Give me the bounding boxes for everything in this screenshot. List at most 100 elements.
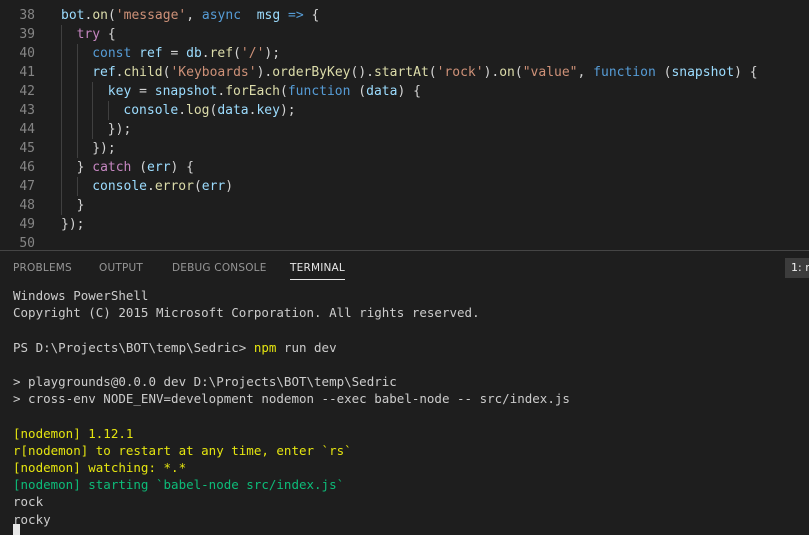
code-token: ref [139,46,163,61]
indent-guide [76,101,78,120]
code-text: const ref = db.ref('/'); [92,44,280,63]
indent-guide [61,25,62,44]
code-token: data [217,103,249,118]
code-token: }); [107,122,132,137]
terminal-text: r[nodemon] to restart at any time, enter… [13,442,352,458]
terminal-text: [nodemon] watching: *.* [13,460,187,475]
code-line[interactable]: 50 [0,234,809,250]
tab-terminal[interactable]: TERMINAL [290,262,345,280]
tab-output[interactable]: OUTPUT [99,262,143,274]
code-token: ); [279,103,296,118]
code-text: console.error(err) [92,177,233,196]
code-line[interactable]: 38 bot.on('message', async msg => { [0,6,809,25]
line-number: 42 [19,84,35,99]
indent-guide [76,139,78,158]
code-token: (). [350,65,374,80]
code-token: 'message' [115,8,187,23]
code-token: { [303,8,320,23]
line-number: 45 [19,141,35,156]
indent-guide [61,120,62,139]
code-token: } [76,160,93,175]
indent-guide [92,101,94,120]
terminal-text: [nodemon] 1.12.1 [13,425,134,441]
terminal-text: > playgrounds@0.0.0 dev D:\Projects\BOT\… [13,374,397,389]
indent-guide [61,196,62,215]
code-text: }); [61,215,84,234]
code-token: on [92,8,108,23]
terminal-output[interactable]: Windows PowerShell Copyright (C) 2015 Mic… [0,284,809,535]
code-token: on [499,65,515,80]
indent-guide [76,120,78,139]
code-line[interactable]: 47 console.error(err) [0,177,809,196]
terminal-text: Copyright (C) 2015 Microsoft Corporation… [13,305,480,321]
terminal-line: PS D:\Projects\BOT\temp\Sedric> npm run … [13,339,337,356]
code-token: ref [92,65,116,80]
line-number: 47 [19,179,35,194]
indent-guide [61,82,62,101]
code-token: ). [483,65,500,80]
line-number: 44 [19,122,35,137]
code-token: catch [92,160,132,175]
code-line[interactable]: 45}); [0,139,809,158]
code-token: snapshot [671,65,735,80]
indent-guide [61,44,62,63]
line-number: 49 [19,217,35,232]
code-line[interactable]: 46} catch (err) { [0,158,809,177]
code-text: key = snapshot.forEach(function (data) { [108,82,421,101]
code-token: ( [233,46,241,61]
tab-problems[interactable]: PROBLEMS [13,262,72,274]
terminal-instance-select[interactable]: 1: r [785,258,809,278]
code-line[interactable]: 40 const ref = db.ref('/'); [0,44,809,63]
terminal-line: [nodemon] starting `babel-node src/index… [13,476,344,493]
code-token: const [92,46,132,61]
line-number: 48 [19,198,35,213]
code-token: ) { [397,84,421,99]
code-token: db [186,46,202,61]
line-number: 41 [19,65,35,80]
tab-debug-console[interactable]: DEBUG CONSOLE [172,262,267,274]
terminal-line: Windows PowerShell [13,287,148,304]
code-token: ). [256,65,273,80]
terminal-line: Copyright (C) 2015 Microsoft Corporation… [13,304,480,321]
code-token: console [123,103,179,118]
code-token: ( [131,160,148,175]
code-token: . [178,103,187,118]
indent-guide [107,101,109,120]
code-token: function [593,65,656,80]
line-number: 46 [19,160,35,175]
indent-guide [92,82,94,101]
code-token: = [162,46,187,61]
code-text: } [77,196,85,215]
line-number: 43 [19,103,35,118]
code-line[interactable]: 42 key = snapshot.forEach(function (data)… [0,82,809,101]
code-text: ref.child('Keyboards').orderByKey().star… [92,63,757,82]
code-token: }); [61,217,85,232]
code-token: } [76,198,85,213]
code-token: "value" [522,65,578,80]
panel-tab-bar: PROBLEMS OUTPUT DEBUG CONSOLE TERMINAL [0,251,809,284]
code-token: ); [264,46,281,61]
terminal-text: npm [253,339,277,355]
code-token: , [577,65,594,80]
code-token: try [76,27,101,42]
code-editor[interactable]: 38 bot.on('message', async msg => {39 try … [0,0,809,250]
code-token: , [186,8,202,23]
code-line[interactable]: 48} [0,196,809,215]
code-line[interactable]: 44}); [0,120,809,139]
code-token: function [287,84,351,99]
code-token: ( [514,65,523,80]
active-tab-indicator [290,279,345,280]
code-line[interactable]: 39 try { [0,25,809,44]
code-line[interactable]: 43 console.log(data.key); [0,101,809,120]
terminal-text: PS D:\Projects\BOT\temp\Sedric> [13,339,254,355]
code-line[interactable]: 49}); [0,215,809,234]
code-token: ( [428,65,437,80]
code-token: { [100,27,116,42]
code-text: }); [92,139,115,158]
code-token: ) { [734,65,758,80]
code-line[interactable]: 41 ref.child('Keyboards').orderByKey().st… [0,63,809,82]
code-token: snapshot [154,84,218,99]
terminal-line: rock [13,493,43,510]
